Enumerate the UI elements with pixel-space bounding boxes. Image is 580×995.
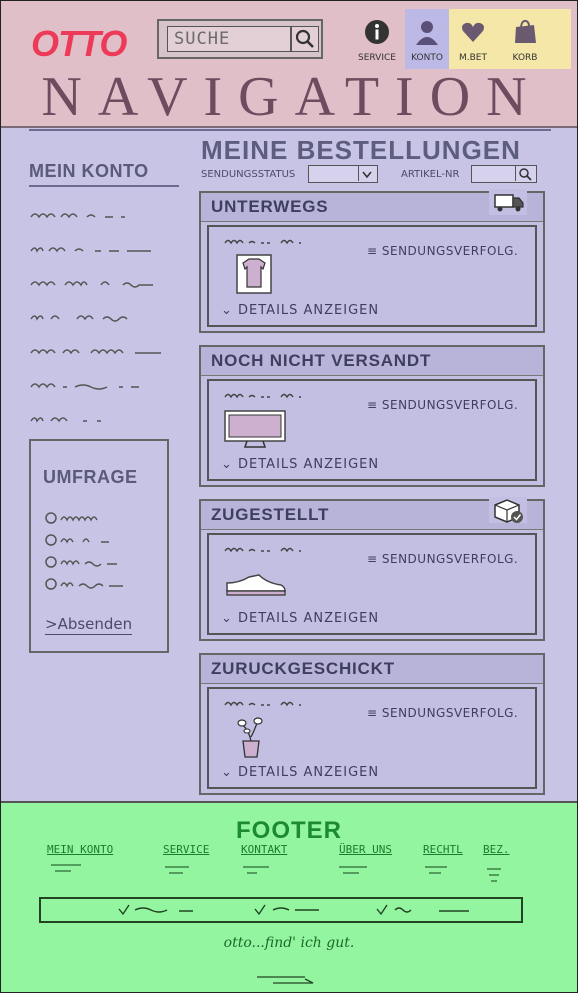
search-button[interactable] [291,26,319,52]
dropdown-toggle[interactable] [358,166,377,181]
order-content: ≡ SENDUNGSVERFOLG. ⌄ DETAILS ANZEIGEN [207,379,537,481]
footer-link-sublines [51,864,501,882]
status-filter-dropdown[interactable] [308,165,378,183]
footer-link-bez[interactable]: BEZ. [483,843,510,856]
delivery-truck-icon [489,189,527,215]
product-name [224,701,301,707]
article-number-input[interactable] [471,165,537,183]
search-bar: SUCHE [157,19,323,59]
order-content: ≡ SENDUNGSVERFOLG. ⌄ DETAILS ANZEIGEN [207,687,537,789]
konto-label: KONTO [411,53,443,63]
footer-link-rechtliches[interactable]: RECHTL [423,843,463,856]
konto-nav[interactable]: KONTO [407,19,447,63]
footer: FOOTER MEIN KONTO SERVICE KONTAKT ÜBER U… [1,801,577,992]
plant-icon [237,717,263,758]
search-icon [519,168,532,181]
header-navigation: OTTO SUCHE SERVICE KONTO M.BET KORB NAVI… [1,1,577,128]
survey-box: UMFRAGE >Absenden [29,439,169,653]
service-nav[interactable]: SERVICE [353,19,401,63]
article-number-label: ARTIKEL-NR [401,169,460,180]
order-card-zugestellt: ZUGESTELLT ≡ SENDUNGSVERFOLG. ⌄ DETAILS … [199,497,545,641]
sidebar-title: MEIN KONTO [29,161,179,187]
search-input[interactable]: SUCHE [167,26,291,52]
order-header: NOCH NICHT VERSANDT [201,347,543,376]
sidebar-link-2[interactable] [29,243,159,255]
article-search-button[interactable] [515,166,536,181]
product-name [224,239,301,245]
show-details-toggle[interactable]: ⌄ DETAILS ANZEIGEN [221,765,379,780]
order-content: ≡ SENDUNGSVERFOLG. ⌄ DETAILS ANZEIGEN [207,225,537,327]
survey-submit-link[interactable]: >Absenden [45,615,133,635]
order-status-title: UNTERWEGS [211,197,329,216]
tracking-link[interactable]: ≡ SENDUNGSVERFOLG. [367,244,518,258]
search-icon [295,29,314,48]
wishlist-nav[interactable]: M.BET [453,19,493,63]
tv-icon [224,410,286,448]
sidebar-link-3[interactable] [29,277,159,289]
survey-option-4[interactable] [45,577,145,591]
sidebar-link-7[interactable] [29,413,139,425]
order-status-title: NOCH NICHT VERSANDT [211,351,432,370]
footer-arrow [257,976,314,984]
product-name [224,547,301,553]
bag-icon [515,19,536,43]
otto-logo[interactable]: OTTO [31,23,127,65]
tracking-link[interactable]: ≡ SENDUNGSVERFOLG. [367,552,518,566]
info-icon [365,20,389,44]
package-delivered-icon [489,497,527,523]
show-details-toggle[interactable]: ⌄ DETAILS ANZEIGEN [221,457,379,472]
footer-link-kontakt[interactable]: KONTAKT [241,843,287,856]
footer-link-mein-konto[interactable]: MEIN KONTO [47,843,113,856]
user-icon [416,21,438,45]
order-card-unterwegs: UNTERWEGS ≡ SENDUNGSVERFOLG. ⌄ DETAILS A… [199,189,545,333]
survey-title: UMFRAGE [43,467,138,487]
show-details-toggle[interactable]: ⌄ DETAILS ANZEIGEN [221,611,379,626]
navigation-placeholder: NAVIGATION [41,66,543,128]
footer-slogan: otto...find' ich gut. [223,935,355,951]
page: OTTO SUCHE SERVICE KONTO M.BET KORB NAVI… [0,0,578,993]
order-header: ZURUCKGESCHICKT [201,655,543,684]
service-label: SERVICE [358,53,396,63]
show-details-toggle[interactable]: ⌄ DETAILS ANZEIGEN [221,303,379,318]
footer-title: FOOTER [236,817,342,844]
sidebar-link-4[interactable] [29,311,159,323]
order-status-title: ZUGESTELLT [211,505,330,524]
survey-option-1[interactable] [45,511,145,525]
sidebar-link-6[interactable] [29,379,159,391]
order-status-title: ZURUCKGESCHICKT [211,659,395,678]
wishlist-label: M.BET [459,53,487,63]
heart-icon [462,22,484,42]
footer-trust-bar [39,897,523,923]
chevron-down-icon [362,171,372,179]
product-name [224,393,301,399]
cart-label: KORB [512,53,538,63]
status-filter-label: SENDUNGSSTATUS [201,169,296,180]
footer-link-ueber-uns[interactable]: ÜBER UNS [339,843,392,856]
trust-checkmarks [118,904,469,916]
survey-option-2[interactable] [45,533,145,547]
divider [29,129,551,131]
order-content: ≡ SENDUNGSVERFOLG. ⌄ DETAILS ANZEIGEN [207,533,537,635]
sidebar-link-5[interactable] [29,345,169,357]
tracking-link[interactable]: ≡ SENDUNGSVERFOLG. [367,706,518,720]
survey-option-3[interactable] [45,555,145,569]
page-title: MEINE BESTELLUNGEN [201,135,521,165]
footer-link-service[interactable]: SERVICE [163,843,209,856]
order-card-noch-nicht-versandt: NOCH NICHT VERSANDT ≡ SENDUNGSVERFOLG. ⌄… [199,345,545,487]
shoe-icon [226,574,286,596]
sidebar: MEIN KONTO [29,161,179,425]
shirt-icon [236,254,272,294]
order-card-zurueckgeschickt: ZURUCKGESCHICKT ≡ SENDUNGSVERFOLG. ⌄ DET… [199,653,545,795]
sidebar-link-1[interactable] [29,209,149,221]
cart-nav[interactable]: KORB [503,19,547,63]
tracking-link[interactable]: ≡ SENDUNGSVERFOLG. [367,398,518,412]
